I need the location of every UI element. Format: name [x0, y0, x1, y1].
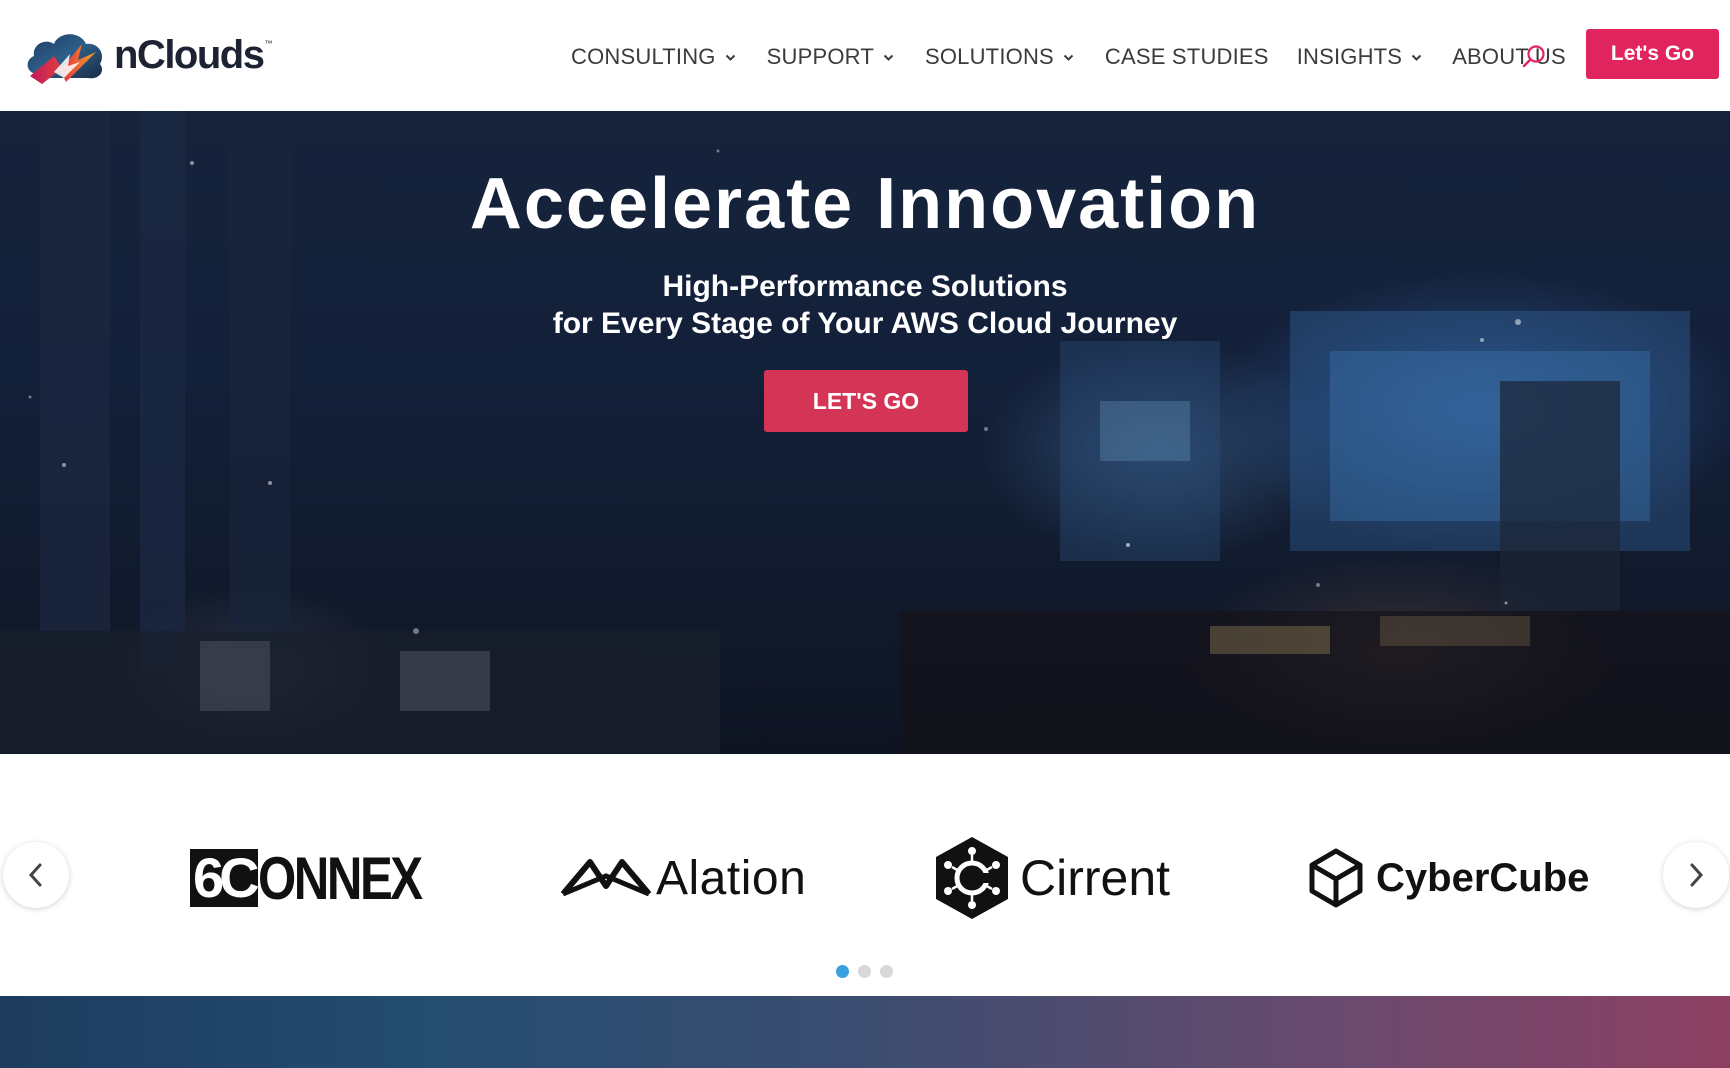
header-lets-go-button[interactable]: Let's Go — [1586, 29, 1719, 79]
nav-item-consulting[interactable]: CONSULTING — [571, 40, 736, 74]
hero-subtitle-line1: High-Performance Solutions — [662, 270, 1068, 303]
chevron-down-icon — [725, 54, 735, 61]
client-logo-alation: Alation — [560, 830, 806, 926]
hero-section: Accelerate Innovation High-Performance S… — [0, 111, 1730, 754]
client-logo-cirrent: Cirrent — [932, 830, 1170, 926]
cloud-logo-icon — [27, 34, 103, 84]
hero-lets-go-button[interactable]: LET'S GO — [764, 370, 968, 432]
carousel-dot-1[interactable] — [836, 965, 849, 978]
nav-item-label: INSIGHTS — [1296, 44, 1403, 69]
carousel-dot-2[interactable] — [858, 965, 871, 978]
nav-item-case-studies[interactable]: CASE STUDIES — [1105, 40, 1269, 74]
chevron-down-icon — [1411, 54, 1422, 61]
search-icon[interactable] — [1521, 44, 1547, 70]
brand-logo[interactable]: nClouds ™ — [24, 26, 284, 88]
carousel-prev-button[interactable] — [3, 842, 69, 908]
chevron-down-icon — [1063, 54, 1074, 61]
nav-item-label: ABOUT US — [1452, 44, 1566, 69]
hero-title: Accelerate Innovation — [469, 164, 1261, 244]
alation-wordmark: Alation — [656, 851, 807, 905]
cirrent-hexagon-icon — [936, 837, 1008, 919]
next-section-gradient-band — [0, 996, 1730, 1068]
nav-item-support[interactable]: SUPPORT — [767, 40, 894, 74]
brand-name: nClouds — [114, 32, 265, 77]
cirrent-wordmark: Cirrent — [1020, 850, 1171, 906]
cybercube-cube-icon — [1309, 848, 1363, 908]
carousel-dot-3[interactable] — [880, 965, 893, 978]
client-logo-6connex: 6C ONNEX — [190, 830, 456, 926]
client-logo-cybercube: CyberCube — [1308, 830, 1589, 926]
chevron-right-icon — [1690, 863, 1704, 887]
carousel-pagination — [836, 965, 902, 978]
nav-item-label: CASE STUDIES — [1104, 44, 1269, 69]
nav-item-about-us[interactable]: ABOUT US — [1452, 40, 1566, 74]
nav-item-label: CONSULTING — [571, 44, 716, 69]
client-logo-carousel: 6C ONNEX Alation Cirrent CyberCube — [0, 754, 1730, 996]
trademark-mark: ™ — [264, 38, 273, 48]
hero-subtitle-line2: for Every Stage of Your AWS Cloud Journe… — [552, 307, 1178, 340]
alation-bowtie-icon — [560, 859, 652, 897]
site-header: nClouds ™ CONSULTING SUPPORT SOLUTIONS C… — [0, 0, 1730, 111]
chevron-left-icon — [28, 863, 42, 887]
nav-item-insights[interactable]: INSIGHTS — [1297, 40, 1423, 74]
chevron-down-icon — [883, 54, 894, 61]
nav-item-label: SUPPORT — [766, 44, 874, 69]
nav-item-label: SOLUTIONS — [924, 44, 1054, 69]
6connex-wordmark: ONNEX — [257, 844, 423, 912]
carousel-next-button[interactable] — [1663, 842, 1729, 908]
nav-item-solutions[interactable]: SOLUTIONS — [925, 40, 1074, 74]
cybercube-wordmark: CyberCube — [1376, 855, 1590, 900]
main-nav: CONSULTING SUPPORT SOLUTIONS CASE STUDIE… — [571, 40, 1594, 74]
6connex-mark: 6C — [190, 849, 260, 907]
